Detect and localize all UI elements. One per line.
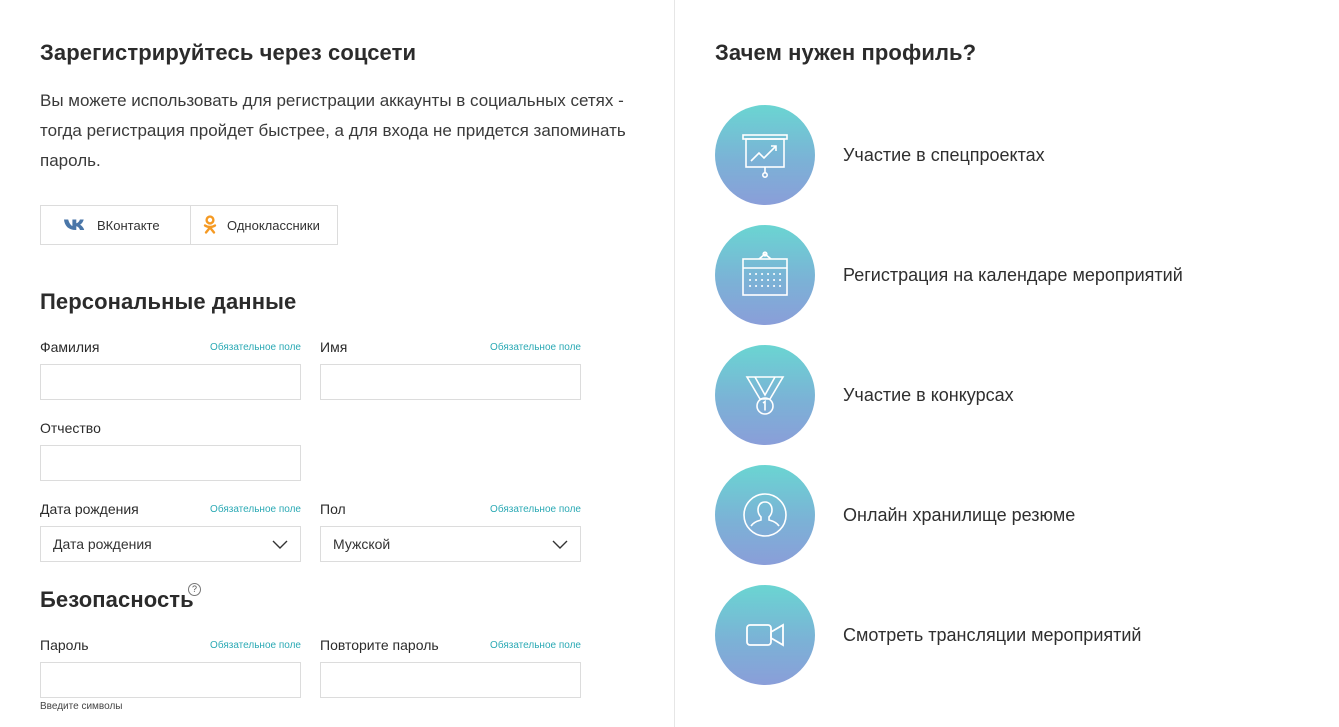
birthdate-field: Дата рождения Обязательное поле Дата рож…	[40, 500, 301, 562]
calendar-icon	[715, 225, 815, 325]
required-note: Обязательное поле	[490, 341, 581, 353]
name-input[interactable]	[320, 364, 581, 400]
birthdate-selected-value: Дата рождения	[53, 536, 152, 552]
benefit-item: Участие в спецпроектах	[715, 105, 1315, 205]
odnoklassniki-icon	[203, 215, 217, 235]
patronymic-field: Отчество	[40, 419, 301, 481]
odnoklassniki-label: Одноклассники	[227, 217, 320, 233]
patronymic-input[interactable]	[40, 445, 301, 481]
name-label: Имя	[320, 339, 348, 355]
repeat-password-label: Повторите пароль	[320, 637, 439, 653]
benefit-item: Онлайн хранилище резюме	[715, 465, 1315, 565]
benefit-label: Смотреть трансляции мероприятий	[843, 624, 1142, 645]
required-note: Обязательное поле	[490, 503, 581, 515]
benefit-label: Регистрация на календаре мероприятий	[843, 264, 1183, 285]
password-field: Пароль Обязательное поле Введите символы	[40, 636, 301, 712]
repeat-password-input[interactable]	[320, 662, 581, 698]
benefit-label: Участие в конкурсах	[843, 384, 1014, 405]
password-hint: Введите символы	[40, 701, 123, 712]
surname-input[interactable]	[40, 364, 301, 400]
personal-data-title: Персональные данные	[40, 289, 297, 314]
social-title: Зарегистрируйтесь через соцсети	[40, 40, 417, 65]
patronymic-label: Отчество	[40, 420, 101, 436]
repeat-password-field: Повторите пароль Обязательное поле	[320, 636, 581, 698]
registration-panel: Зарегистрируйтесь через соцсети Вы может…	[0, 0, 674, 727]
vk-login-button[interactable]: ВКонтакте	[41, 206, 190, 244]
required-note: Обязательное поле	[490, 639, 581, 651]
required-note: Обязательное поле	[210, 503, 301, 515]
gender-selected-value: Мужской	[333, 536, 391, 552]
social-description: Вы можете использовать для регистрации а…	[40, 91, 626, 170]
profile-benefits-panel: Зачем нужен профиль? Участие в спецпроек…	[675, 0, 1339, 727]
benefit-item: Смотреть трансляции мероприятий	[715, 585, 1315, 685]
odnoklassniki-login-button[interactable]: Одноклассники	[190, 206, 337, 244]
gender-label: Пол	[320, 501, 346, 517]
profile-title: Зачем нужен профиль?	[715, 40, 977, 65]
name-field: Имя Обязательное поле	[320, 338, 581, 400]
birthdate-label: Дата рождения	[40, 501, 139, 517]
benefit-item: Регистрация на календаре мероприятий	[715, 225, 1315, 325]
chevron-down-icon	[552, 540, 568, 549]
benefit-label: Онлайн хранилище резюме	[843, 504, 1076, 525]
help-icon[interactable]: ?	[188, 583, 201, 596]
gender-select[interactable]: Мужской	[320, 526, 581, 562]
security-title: Безопасность	[40, 587, 194, 612]
vk-icon	[63, 218, 87, 232]
user-avatar-icon	[715, 465, 815, 565]
vk-label: ВКонтакте	[97, 217, 160, 233]
benefit-label: Участие в спецпроектах	[843, 144, 1045, 165]
social-buttons: ВКонтакте Одноклассники	[40, 205, 338, 245]
required-note: Обязательное поле	[210, 639, 301, 651]
benefit-item: Участие в конкурсах	[715, 345, 1315, 445]
surname-label: Фамилия	[40, 339, 100, 355]
medal-icon	[715, 345, 815, 445]
video-camera-icon	[715, 585, 815, 685]
chevron-down-icon	[272, 540, 288, 549]
birthdate-select[interactable]: Дата рождения	[40, 526, 301, 562]
surname-field: Фамилия Обязательное поле	[40, 338, 301, 400]
password-input[interactable]	[40, 662, 301, 698]
gender-field: Пол Обязательное поле Мужской	[320, 500, 581, 562]
required-note: Обязательное поле	[210, 341, 301, 353]
presentation-chart-icon	[715, 105, 815, 205]
password-label: Пароль	[40, 637, 89, 653]
